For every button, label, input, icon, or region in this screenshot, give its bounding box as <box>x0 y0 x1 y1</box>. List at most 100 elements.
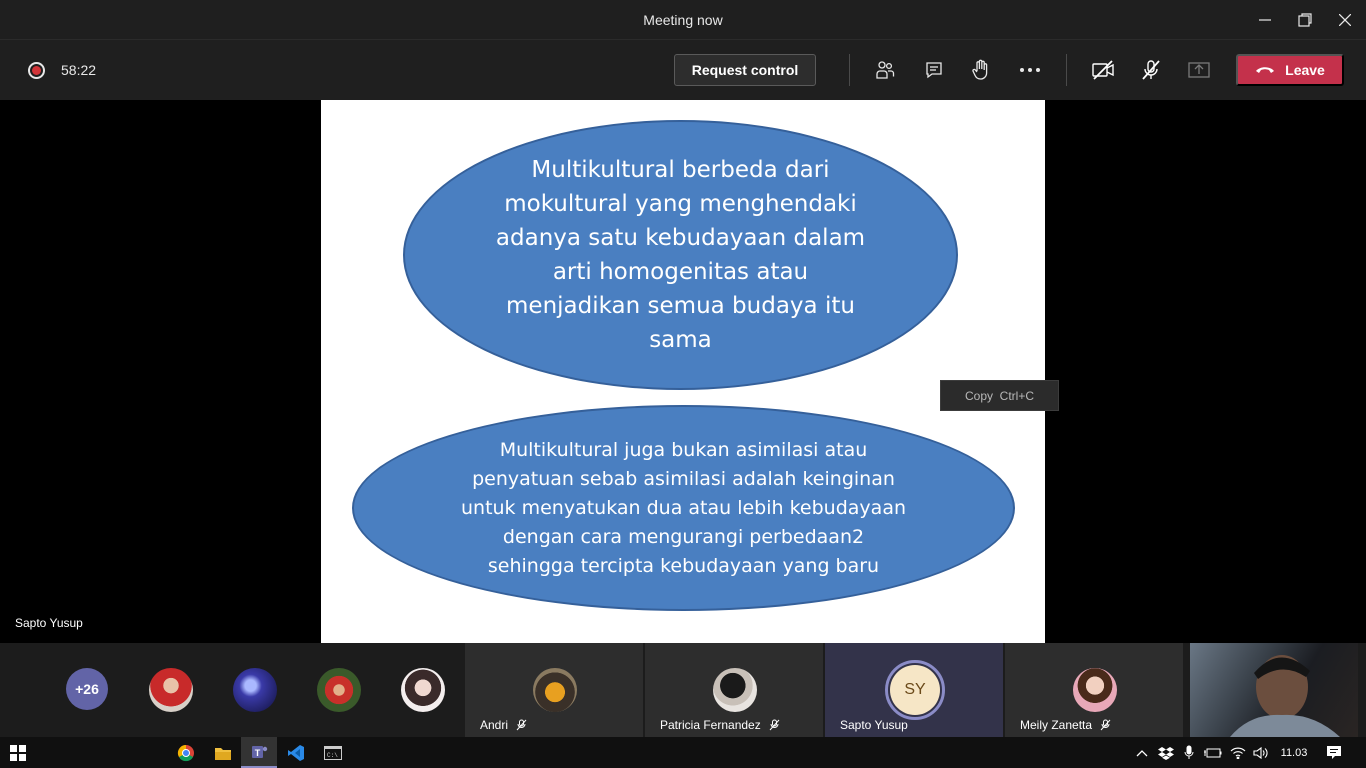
participant-tile-speaking[interactable]: SY Sapto Yusup <box>825 643 1003 737</box>
participant-avatar[interactable] <box>149 668 193 712</box>
share-tray-button[interactable] <box>1185 56 1213 84</box>
minimize-button[interactable] <box>1245 0 1285 40</box>
recording-indicator-icon <box>28 62 45 79</box>
raise-hand-button[interactable] <box>967 56 995 84</box>
meeting-toolbar: 58:22 Request control Leave <box>0 40 1366 100</box>
participant-tile[interactable]: Meily Zanetta <box>1005 643 1183 737</box>
vscode-app[interactable] <box>278 737 314 768</box>
slide-text-line: untuk menyatukan dua atau lebih kebudaya… <box>460 496 906 519</box>
chat-icon <box>926 62 942 79</box>
svg-text:C:\: C:\ <box>327 752 338 759</box>
meeting-timer: 58:22 <box>61 62 97 78</box>
toolbar-divider <box>1066 54 1067 86</box>
dropbox-icon <box>1158 746 1174 760</box>
slide-text-line: penyatuan sebab asimilasi adalah keingin… <box>472 467 895 490</box>
slide-text-line: Multikultural juga bukan asimilasi atau <box>499 438 868 461</box>
presenter-name-label: Sapto Yusup <box>15 616 83 630</box>
camera-toggle-button[interactable] <box>1089 56 1117 84</box>
slide-ellipse-bottom: Multikultural juga bukan asimilasi atau … <box>352 405 1015 611</box>
mic-muted-icon <box>1142 60 1160 80</box>
teams-app-active[interactable]: T <box>241 737 277 768</box>
copy-context-menu-item[interactable]: Copy Ctrl+C <box>940 380 1059 411</box>
leave-label: Leave <box>1285 62 1325 78</box>
file-explorer-app[interactable] <box>205 737 241 768</box>
participant-name: Patricia Fernandez <box>660 718 761 732</box>
slide-text-line: dengan cara mengurangi perbedaan2 <box>502 525 865 548</box>
participant-roster: +26 Andri Patricia Fernandez SY Sapto Yu… <box>0 643 1366 737</box>
wifi-icon <box>1230 747 1246 759</box>
microphone-tray[interactable] <box>1180 737 1198 768</box>
participant-initials-avatar: SY <box>890 665 940 715</box>
participant-avatar[interactable] <box>317 668 361 712</box>
chrome-app[interactable] <box>168 737 204 768</box>
mic-muted-icon <box>1100 719 1111 731</box>
dropbox-tray[interactable] <box>1156 737 1176 768</box>
action-center-button[interactable] <box>1322 737 1346 768</box>
participant-tile[interactable]: Patricia Fernandez <box>645 643 823 737</box>
participant-avatar[interactable] <box>401 668 445 712</box>
participant-avatar <box>1073 668 1117 712</box>
start-button[interactable] <box>0 737 36 768</box>
terminal-app[interactable]: C:\ <box>315 737 351 768</box>
request-control-button[interactable]: Request control <box>674 54 816 86</box>
participant-name: Andri <box>480 718 509 732</box>
slide-ellipse-top: Multikultural berbeda dari mokultural ya… <box>403 120 958 390</box>
participant-name: Sapto Yusup <box>840 718 908 732</box>
windows-taskbar: T C:\ 11.03 <box>0 737 1366 768</box>
mic-muted-icon <box>769 719 780 731</box>
volume-icon <box>1253 746 1268 759</box>
phone-hangup-icon <box>1256 67 1275 73</box>
slide-text-line: sehingga tercipta kebudayaan yang baru <box>487 554 880 577</box>
mic-muted-icon <box>516 719 527 731</box>
chrome-icon <box>177 744 194 761</box>
teams-icon: T <box>252 745 268 758</box>
volume-tray[interactable] <box>1251 737 1271 768</box>
participants-button[interactable] <box>871 56 899 84</box>
participants-icon <box>876 61 895 79</box>
copy-label: Copy <box>964 388 993 403</box>
wifi-tray[interactable] <box>1228 737 1248 768</box>
minimize-icon <box>1259 19 1271 21</box>
chevron-up-icon <box>1136 749 1148 756</box>
slide-text-line: sama <box>649 327 712 353</box>
participant-tile[interactable]: Andri <box>465 643 643 737</box>
more-options-button[interactable] <box>1016 56 1044 84</box>
clock[interactable]: 11.03 <box>1276 737 1312 768</box>
camera-off-icon <box>1092 60 1114 80</box>
share-tray-icon <box>1188 62 1210 78</box>
slide-text-line: menjadikan semua budaya itu <box>506 293 855 319</box>
vscode-icon <box>288 744 304 761</box>
self-video-preview[interactable] <box>1190 643 1358 737</box>
slide-text-line: adanya satu kebudayaan dalam <box>495 225 866 251</box>
show-hidden-icons-button[interactable] <box>1133 737 1151 768</box>
restore-icon <box>1298 13 1312 27</box>
file-explorer-icon <box>215 747 231 760</box>
self-video-silhouette <box>1230 655 1340 737</box>
more-participants-button[interactable]: +26 <box>66 668 108 710</box>
leave-button[interactable]: Leave <box>1236 54 1344 86</box>
participant-avatar <box>713 668 757 712</box>
mic-toggle-button[interactable] <box>1137 56 1165 84</box>
chat-button[interactable] <box>920 56 948 84</box>
close-icon <box>1339 14 1351 26</box>
windows-start-icon <box>10 744 26 761</box>
microphone-icon <box>1184 745 1194 759</box>
slide-text-line: arti homogenitas atau <box>552 259 809 285</box>
presentation-slide: Multikultural berbeda dari mokultural ya… <box>321 100 1045 643</box>
copy-shortcut: Ctrl+C <box>999 388 1035 403</box>
raise-hand-icon <box>972 59 988 80</box>
battery-tray[interactable] <box>1203 737 1223 768</box>
window-title: Meeting now <box>643 12 723 28</box>
notifications-icon <box>1327 746 1341 759</box>
shared-content-stage: Multikultural berbeda dari mokultural ya… <box>0 100 1366 643</box>
toolbar-divider <box>849 54 850 86</box>
svg-text:T: T <box>255 748 261 758</box>
battery-charging-icon <box>1204 748 1222 757</box>
terminal-icon: C:\ <box>324 745 342 760</box>
participant-avatar[interactable] <box>233 668 277 712</box>
slide-text-line: Multikultural berbeda dari <box>531 157 830 183</box>
slide-text-line: mokultural yang menghendaki <box>504 191 857 217</box>
close-button[interactable] <box>1325 0 1365 40</box>
title-bar: Meeting now <box>0 0 1366 40</box>
restore-button[interactable] <box>1285 0 1325 40</box>
